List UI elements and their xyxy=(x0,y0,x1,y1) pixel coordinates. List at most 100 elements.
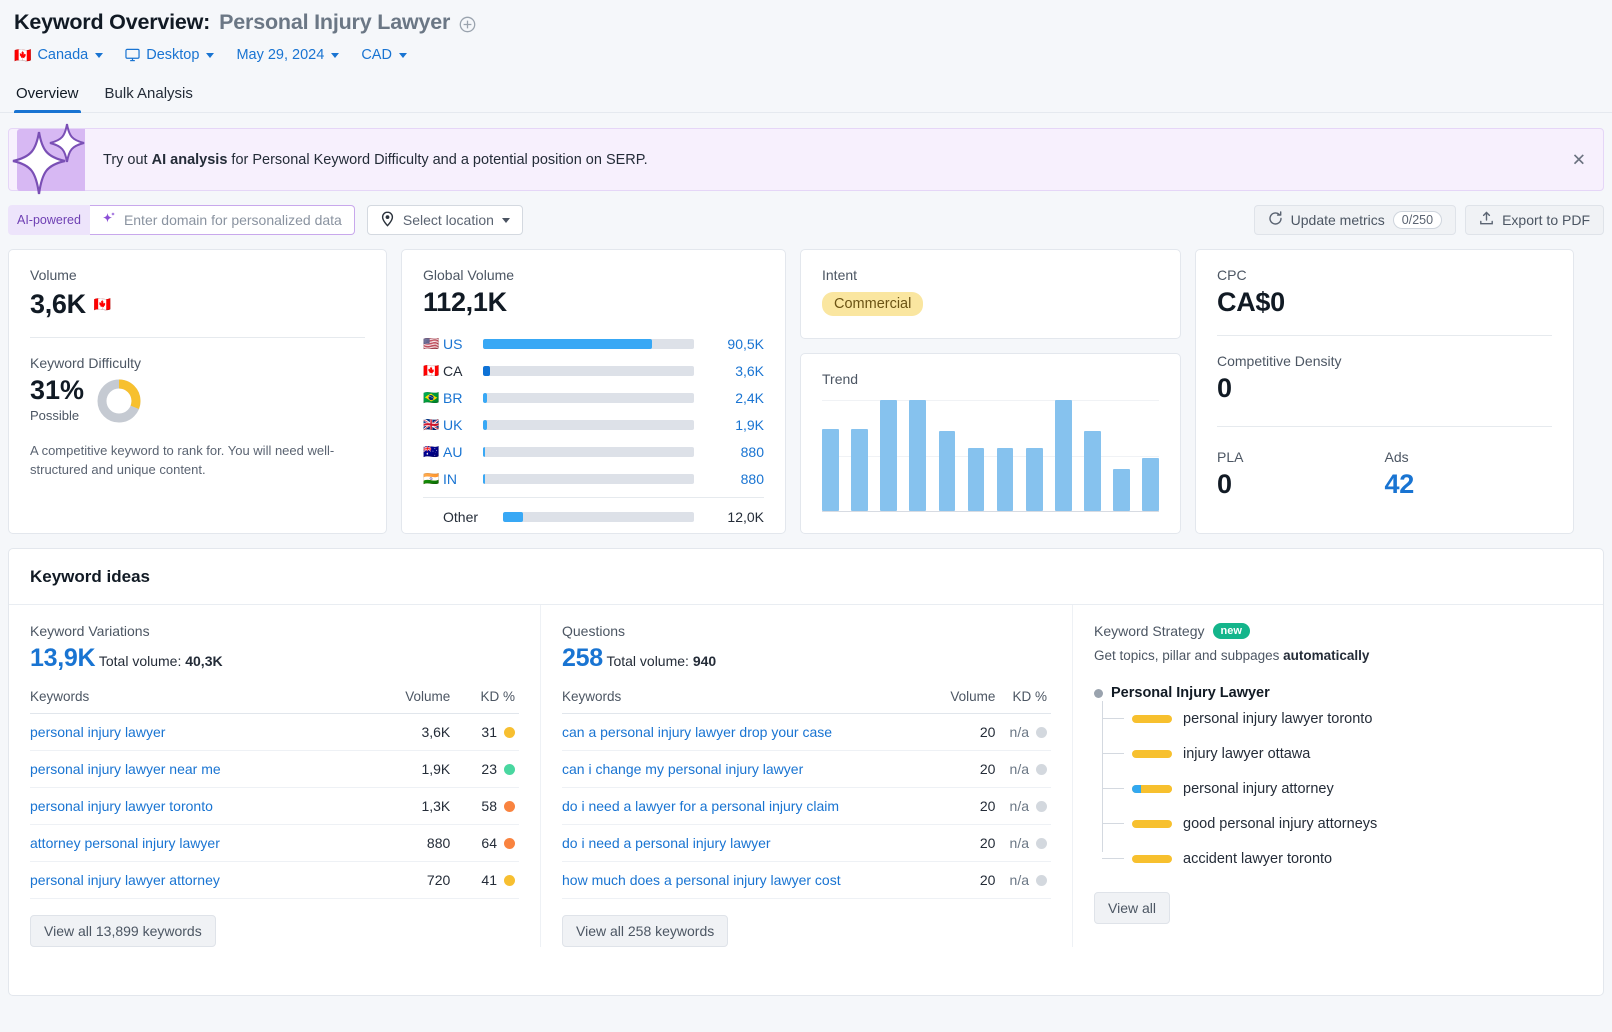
country-code-label[interactable]: UK xyxy=(443,417,483,433)
volume-cell: 1,3K xyxy=(369,787,451,825)
volume-bar-track xyxy=(503,511,694,522)
country-code-label[interactable]: IN xyxy=(443,471,483,487)
keyword-link[interactable]: can i change my personal injury lawyer xyxy=(562,750,936,788)
tab-bulk-analysis[interactable]: Bulk Analysis xyxy=(103,81,195,112)
trend-bar xyxy=(1113,468,1130,511)
ai-banner-highlight[interactable]: AI analysis xyxy=(152,152,228,168)
tab-overview[interactable]: Overview xyxy=(14,81,81,113)
keyword-strategy-heading: Keyword Strategy new xyxy=(1094,623,1582,639)
volume-value-label[interactable]: 1,9K xyxy=(708,417,764,433)
table-row: personal injury lawyer near me 1,9K 23 xyxy=(30,750,519,788)
device-selector-label: Desktop xyxy=(146,47,200,63)
ai-banner-text-before: Try out xyxy=(103,151,152,168)
tree-spine xyxy=(1102,701,1103,852)
questions-total-value: 940 xyxy=(692,653,717,669)
volume-value-label[interactable]: 90,5K xyxy=(708,336,764,352)
chevron-down-icon xyxy=(95,52,104,58)
keyword-link[interactable]: do i need a lawyer for a personal injury… xyxy=(562,787,936,825)
volume-bar-fill xyxy=(483,419,487,430)
keyword-variations-count[interactable]: 13,9K xyxy=(30,644,96,672)
kd-cell: 31 xyxy=(450,713,519,751)
kd-cell: n/a xyxy=(995,861,1051,899)
keyword-difficulty-description: A competitive keyword to rank for. You w… xyxy=(30,443,335,477)
country-selector-label: Canada xyxy=(37,47,89,63)
trend-bar xyxy=(822,428,839,511)
country-flag-icon: 🇦🇺 xyxy=(423,444,440,459)
keyword-link[interactable]: how much does a personal injury lawyer c… xyxy=(562,861,936,899)
global-volume-rows: 🇺🇸 US 90,5K 🇨🇦 CA 3,6K 🇧🇷 BR 2,4K 🇬🇧 UK 1,9K 🇦🇺 AU 880… xyxy=(423,330,764,530)
keyword-link[interactable]: personal injury lawyer toronto xyxy=(30,787,370,825)
keyword-link[interactable]: do i need a personal injury lawyer xyxy=(562,824,936,862)
cpc-label: CPC xyxy=(1217,267,1247,283)
country-code-label[interactable]: AU xyxy=(443,444,483,460)
currency-selector-label: CAD xyxy=(361,47,392,63)
currency-selector[interactable]: CAD xyxy=(361,47,407,63)
kd-cell: n/a xyxy=(995,787,1051,825)
volume-bar-fill xyxy=(483,392,488,403)
device-selector[interactable]: Desktop xyxy=(125,47,215,63)
volume-value-label: 12,0K xyxy=(727,508,764,525)
kd-status-dot xyxy=(504,727,515,738)
volume-bar-fill xyxy=(483,446,486,457)
country-code-label[interactable]: BR xyxy=(443,390,483,406)
date-selector-label: May 29, 2024 xyxy=(236,47,325,63)
canada-flag-icon: 🇨🇦 xyxy=(14,47,32,63)
keyword-link[interactable]: can a personal injury lawyer drop your c… xyxy=(562,713,936,751)
tree-item[interactable]: good personal injury attorneys xyxy=(1102,806,1582,841)
country-code-label[interactable]: US xyxy=(443,336,483,352)
questions-count[interactable]: 258 xyxy=(562,644,603,672)
export-pdf-button[interactable]: Export to PDF xyxy=(1465,205,1604,235)
kd-cell: 41 xyxy=(450,861,519,899)
date-selector[interactable]: May 29, 2024 xyxy=(236,47,340,63)
country-flag-icon: 🇬🇧 xyxy=(423,417,440,432)
export-pdf-label: Export to PDF xyxy=(1502,212,1590,228)
keyword-variations-total-label: Total volume: xyxy=(98,653,182,669)
trend-card: Trend xyxy=(800,353,1181,534)
kd-status-dot xyxy=(1036,764,1047,775)
update-metrics-button[interactable]: Update metrics 0/250 xyxy=(1253,205,1457,235)
location-selector[interactable]: Select location xyxy=(366,205,523,235)
kd-status-dot xyxy=(1036,838,1047,849)
refresh-icon xyxy=(1268,211,1283,229)
volume-value-label[interactable]: 880 xyxy=(708,444,764,460)
trend-bar xyxy=(851,428,868,511)
keyword-link[interactable]: personal injury lawyer attorney xyxy=(30,861,370,899)
tree-item[interactable]: accident lawyer toronto xyxy=(1102,841,1582,876)
divider xyxy=(423,497,764,498)
table-row: can a personal injury lawyer drop your c… xyxy=(562,713,1051,751)
tree-item-label: accident lawyer toronto xyxy=(1183,850,1333,867)
volume-value-label[interactable]: 880 xyxy=(708,471,764,487)
keyword-link[interactable]: personal injury lawyer near me xyxy=(30,750,370,788)
tree-item[interactable]: injury lawyer ottawa xyxy=(1102,736,1582,771)
ads-value[interactable]: 42 xyxy=(1385,469,1553,500)
add-keyword-icon[interactable] xyxy=(459,14,476,33)
tree-item[interactable]: personal injury attorney xyxy=(1102,771,1582,806)
global-volume-row: 🇺🇸 US 90,5K xyxy=(423,330,764,357)
keyword-difficulty-value: 31% xyxy=(30,375,85,405)
keyword-link[interactable]: attorney personal injury lawyer xyxy=(30,824,370,862)
view-all-variations-button[interactable]: View all 13,899 keywords xyxy=(30,915,216,947)
keyword-variations-table: Keywords Volume KD % personal injury law… xyxy=(30,689,519,899)
table-row: do i need a lawyer for a personal injury… xyxy=(562,787,1051,825)
keyword-strategy-subtitle: Get topics, pillar and subpages automati… xyxy=(1094,648,1582,663)
view-all-questions-button[interactable]: View all 258 keywords xyxy=(562,915,729,947)
location-pin-icon xyxy=(380,210,395,230)
country-flag-icon: 🇮🇳 xyxy=(423,471,440,486)
metric-cards: Volume 3,6K 🇨🇦 Keyword Difficulty 31% Po… xyxy=(8,249,1604,534)
view-all-strategy-button[interactable]: View all xyxy=(1094,892,1170,924)
ai-banner-text: Try out AI analysis for Personal Keyword… xyxy=(103,152,648,168)
cpc-value: CA$0 xyxy=(1217,287,1285,317)
global-volume-label: Global Volume xyxy=(423,267,515,283)
volume-bar-track xyxy=(483,473,694,484)
domain-input[interactable]: Enter domain for personalized data xyxy=(89,205,355,235)
close-icon[interactable]: ✕ xyxy=(1572,151,1586,168)
volume-value-label[interactable]: 2,4K xyxy=(708,390,764,406)
keyword-link[interactable]: personal injury lawyer xyxy=(30,713,370,751)
tree-item[interactable]: personal injury lawyer toronto xyxy=(1102,701,1582,736)
global-volume-row: 🇦🇺 AU 880 xyxy=(423,438,764,465)
volume-value-label[interactable]: 3,6K xyxy=(708,363,764,379)
kd-status-dot xyxy=(504,838,515,849)
chevron-down-icon xyxy=(331,52,340,58)
country-selector[interactable]: 🇨🇦 Canada xyxy=(14,47,104,63)
volume-bar-fill xyxy=(503,511,524,522)
